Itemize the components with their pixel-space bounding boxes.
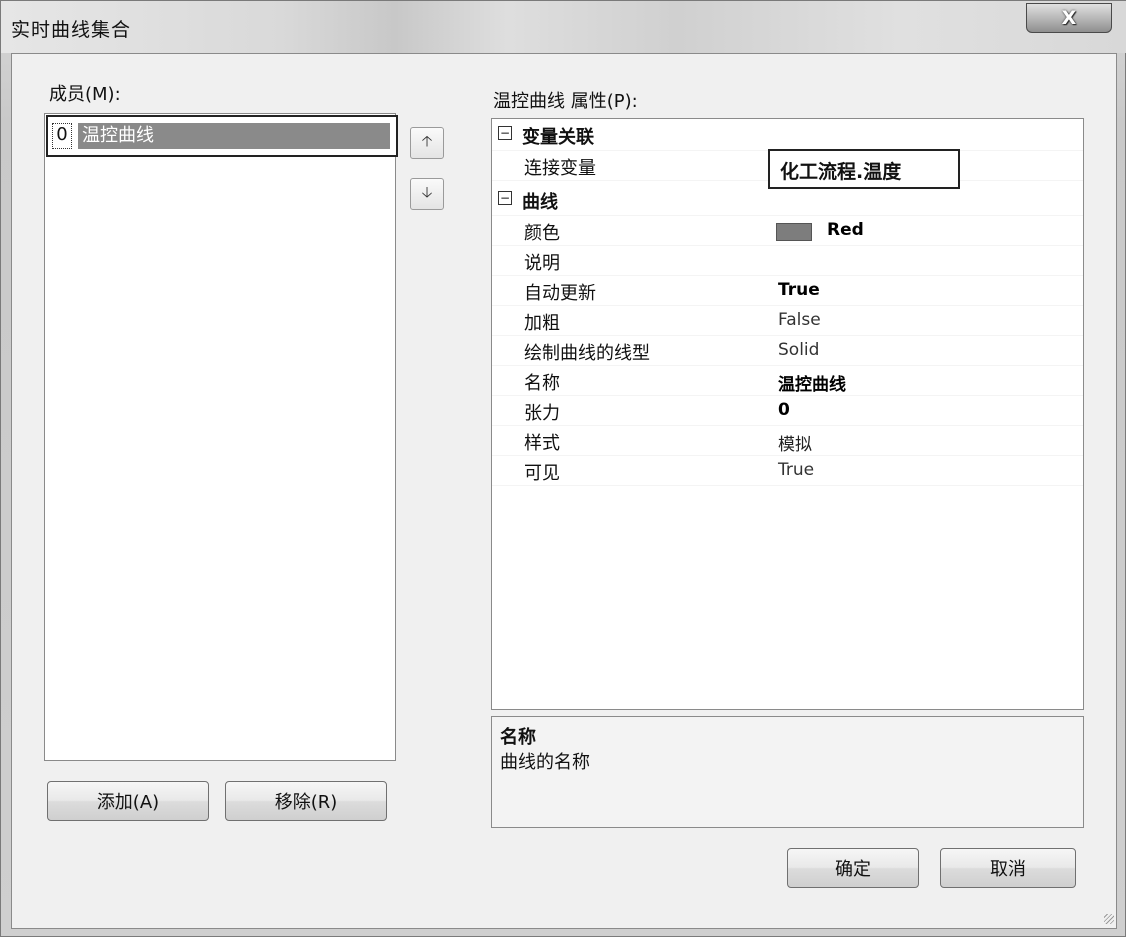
members-list[interactable]: 0 温控曲线 <box>44 113 398 761</box>
arrow-up-icon: 🡡 <box>421 131 433 150</box>
property-name: 张力 <box>524 403 560 424</box>
property-row-bold[interactable]: 加粗 False <box>492 306 1083 336</box>
property-row-color[interactable]: 颜色 Red <box>492 216 1083 246</box>
title-bar[interactable]: 实时曲线集合 X <box>1 1 1126 53</box>
resize-grip-icon[interactable] <box>1104 914 1114 924</box>
cancel-button[interactable]: 取消 <box>940 848 1076 888</box>
property-name: 加粗 <box>524 313 560 334</box>
property-name: 说明 <box>524 253 560 274</box>
property-row-style[interactable]: 样式 模拟 <box>492 426 1083 456</box>
category-variable-binding[interactable]: − 变量关联 <box>492 121 1083 151</box>
property-value: 模拟 <box>778 435 812 455</box>
collapse-icon[interactable]: − <box>498 126 512 140</box>
property-row-description[interactable]: 说明 <box>492 246 1083 276</box>
property-name: 可见 <box>524 463 560 484</box>
member-index: 0 <box>52 123 72 149</box>
dialog-window: 实时曲线集合 X 成员(M): 0 温控曲线 🡡 🡣 添加(A) 移除(R) 温… <box>0 0 1126 937</box>
window-title: 实时曲线集合 <box>11 19 132 41</box>
members-label: 成员(M): <box>49 84 121 105</box>
description-text: 曲线的名称 <box>500 752 590 773</box>
property-row-name[interactable]: 名称 温控曲线 <box>492 366 1083 396</box>
ok-button[interactable]: 确定 <box>787 848 919 888</box>
property-row-tension[interactable]: 张力 0 <box>492 396 1083 426</box>
move-down-button[interactable]: 🡣 <box>410 178 444 210</box>
list-item[interactable]: 0 温控曲线 <box>46 115 398 157</box>
close-icon: X <box>1061 7 1077 29</box>
add-button[interactable]: 添加(A) <box>47 781 209 821</box>
property-row-line-style[interactable]: 绘制曲线的线型 Solid <box>492 336 1083 366</box>
collapse-icon[interactable]: − <box>498 191 512 205</box>
property-value: True <box>778 280 820 300</box>
property-name: 自动更新 <box>524 283 596 304</box>
property-name: 样式 <box>524 433 560 454</box>
properties-label: 温控曲线 属性(P): <box>493 91 638 112</box>
category-curve[interactable]: − 曲线 <box>492 186 1083 216</box>
property-value: 0 <box>778 400 790 420</box>
color-swatch <box>776 223 812 241</box>
remove-button[interactable]: 移除(R) <box>225 781 387 821</box>
property-name: 名称 <box>524 373 560 394</box>
property-name: 颜色 <box>524 223 560 244</box>
member-name: 温控曲线 <box>78 123 390 149</box>
variable-value-field[interactable]: 化工流程.温度 <box>768 149 960 189</box>
property-row-visible[interactable]: 可见 True <box>492 456 1083 486</box>
category-name: 变量关联 <box>522 127 594 148</box>
property-name: 连接变量 <box>524 158 596 179</box>
move-up-button[interactable]: 🡡 <box>410 127 444 159</box>
dialog-client-area: 成员(M): 0 温控曲线 🡡 🡣 添加(A) 移除(R) 温控曲线 属性(P)… <box>11 53 1117 929</box>
close-button[interactable]: X <box>1026 3 1112 33</box>
property-value: Red <box>827 220 864 240</box>
property-grid[interactable]: − 变量关联 连接变量 化工流程.温度 − 曲线 颜色 Red 说明 自动更新 … <box>491 118 1084 710</box>
property-value: False <box>778 310 821 330</box>
property-row-auto-update[interactable]: 自动更新 True <box>492 276 1083 306</box>
property-name: 绘制曲线的线型 <box>524 343 650 364</box>
arrow-down-icon: 🡣 <box>421 182 433 201</box>
property-row-connect-variable[interactable]: 连接变量 化工流程.温度 <box>492 149 1083 189</box>
description-title: 名称 <box>500 727 536 748</box>
property-value: Solid <box>778 340 820 360</box>
property-value: True <box>778 460 815 480</box>
property-value: 温控曲线 <box>778 375 846 395</box>
category-name: 曲线 <box>522 192 558 213</box>
property-description-panel: 名称 曲线的名称 <box>491 716 1084 828</box>
